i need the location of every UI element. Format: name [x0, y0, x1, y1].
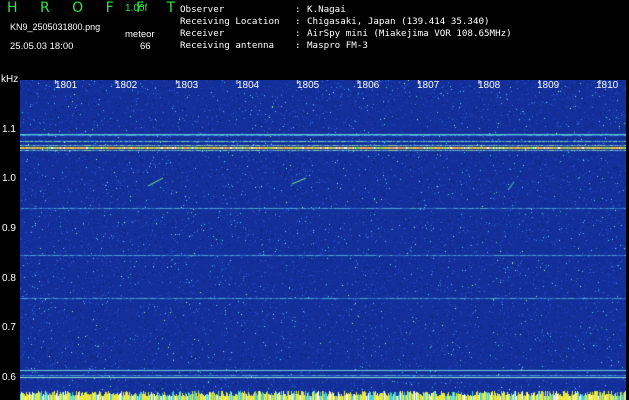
x-tick-label: 1802 [115, 80, 138, 91]
x-tick-label: 1806 [357, 80, 380, 91]
x-tick-label: 1808 [478, 80, 501, 91]
info-key: Observer [180, 4, 225, 15]
x-tick-label: 1805 [297, 80, 320, 91]
spectrogram-canvas [20, 80, 626, 400]
x-tick-label: 1809 [537, 80, 560, 91]
frequency-unit-label: kHz [1, 74, 19, 85]
version-label: 1.00f [125, 3, 148, 14]
info-row-location: Receiving Location : Chigasaki, Japan (1… [180, 16, 512, 28]
x-tick-label: 1803 [176, 80, 199, 91]
spectrogram [20, 80, 626, 400]
y-tick-label: 1.1 [2, 124, 16, 135]
info-separator: : [295, 16, 301, 27]
x-tick-label: 1807 [417, 80, 440, 91]
y-tick-label: 0.9 [2, 223, 16, 234]
info-value: Chigasaki, Japan (139.414 35.340) [307, 16, 490, 27]
app-title: H R O F F T [7, 0, 185, 16]
info-row-receiver: Receiver : AirSpy mini (Miakejima VOR 10… [180, 28, 512, 40]
y-tick-label: 0.7 [2, 322, 16, 333]
meteor-count: 66 [140, 41, 151, 52]
y-tick-label: 1.0 [2, 173, 16, 184]
info-separator: : [295, 40, 301, 51]
info-value: K.Nagai [307, 4, 346, 15]
info-value: AirSpy mini (Miakejima VOR 108.65MHz) [307, 28, 512, 39]
meteor-label: meteor [125, 29, 155, 40]
info-separator: : [295, 28, 301, 39]
x-tick-label: 1804 [237, 80, 260, 91]
datetime-label: 25.05.03 18:00 [10, 41, 74, 52]
info-key: Receiver [180, 28, 225, 39]
x-tick-label: 1801 [55, 80, 78, 91]
info-row-antenna: Receiving antenna : Maspro FM-3 [180, 40, 512, 52]
info-panel: Observer : K.Nagai Receiving Location : … [180, 4, 512, 52]
info-row-observer: Observer : K.Nagai [180, 4, 512, 16]
info-separator: : [295, 4, 301, 15]
y-tick-label: 0.8 [2, 273, 16, 284]
info-key: Receiving antenna [180, 40, 275, 51]
info-key: Receiving Location [180, 16, 280, 27]
y-tick-label: 0.6 [2, 372, 16, 383]
filename-label: KN9_2505031800.png [10, 22, 101, 32]
x-tick-label: 1810 [596, 80, 619, 91]
info-value: Maspro FM-3 [307, 40, 368, 51]
